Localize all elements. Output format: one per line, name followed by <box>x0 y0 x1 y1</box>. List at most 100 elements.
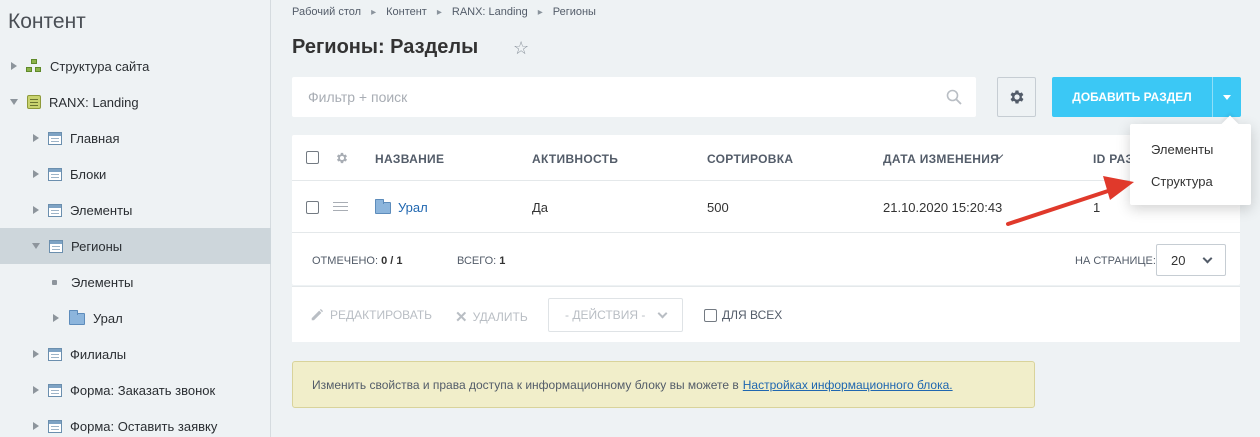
expand-arrow-icon[interactable] <box>33 206 39 214</box>
landing-icon <box>27 95 41 109</box>
list-icon <box>48 383 62 397</box>
grid-footer: ОТМЕЧЕНО: 0 / 1 ВСЕГО: 1 НА СТРАНИЦЕ: 20 <box>292 234 1240 285</box>
sidebar-item-site-structure[interactable]: Структура сайта <box>0 48 271 84</box>
folder-icon <box>375 199 391 214</box>
search-input[interactable] <box>292 77 892 117</box>
edit-button[interactable]: РЕДАКТИРОВАТЬ <box>310 308 432 322</box>
row-checkbox[interactable] <box>306 201 319 214</box>
sidebar-item-elements[interactable]: Элементы <box>0 192 271 228</box>
breadcrumb-link[interactable]: Рабочий стол <box>292 6 361 18</box>
pencil-icon <box>311 308 324 321</box>
gear-icon <box>1010 90 1023 104</box>
actions-select-value: - ДЕЙСТВИЯ - <box>565 308 646 322</box>
menu-item-structure[interactable]: Структура <box>1151 174 1213 189</box>
collapse-arrow-icon[interactable] <box>10 99 18 105</box>
sidebar-item-blocks[interactable]: Блоки <box>0 156 271 192</box>
menu-item-elements[interactable]: Элементы <box>1151 142 1213 157</box>
sidebar-item-label: Главная <box>70 130 120 146</box>
sidebar-item-ural[interactable]: Урал <box>0 300 271 336</box>
add-dropdown-toggle[interactable] <box>1212 77 1241 117</box>
sidebar-item-label: Элементы <box>70 202 133 218</box>
main-content: Рабочий стол ▸ Контент ▸ RANX: Landing ▸… <box>272 0 1260 437</box>
column-header-sort[interactable]: СОРТИРОВКА <box>707 152 793 166</box>
sidebar-item-callback-form[interactable]: Форма: Заказать звонок <box>0 372 271 408</box>
breadcrumb-link[interactable]: Регионы <box>553 6 596 18</box>
sidebar-item-main[interactable]: Главная <box>0 120 271 156</box>
collapse-arrow-icon[interactable] <box>32 243 40 249</box>
sidebar-item-label: Урал <box>93 310 123 326</box>
for-all-label: ДЛЯ ВСЕХ <box>722 308 783 322</box>
select-all-checkbox[interactable] <box>306 151 319 164</box>
edit-label: РЕДАКТИРОВАТЬ <box>330 308 433 322</box>
page-title: Регионы: Разделы <box>292 36 479 58</box>
column-header-date[interactable]: ДАТА ИЗМЕНЕНИЯ <box>883 152 999 166</box>
notice-settings-link[interactable]: Настройках информационного блока. <box>743 378 953 392</box>
group-actions-panel: РЕДАКТИРОВАТЬ ✕ УДАЛИТЬ - ДЕЙСТВИЯ - ДЛЯ… <box>292 286 1240 342</box>
chevron-down-icon <box>657 308 668 319</box>
chevron-right-icon: ▸ <box>436 6 442 18</box>
folder-icon <box>69 310 85 325</box>
sidebar-title: Контент <box>8 10 86 33</box>
for-all-checkbox[interactable] <box>704 308 717 322</box>
sidebar-item-regions[interactable]: Регионы <box>0 228 271 264</box>
sidebar-item-ranx-landing[interactable]: RANX: Landing <box>0 84 271 120</box>
selected-value: 0 / 1 <box>381 255 403 267</box>
expand-arrow-icon[interactable] <box>11 62 17 70</box>
breadcrumb-link[interactable]: RANX: Landing <box>452 6 528 18</box>
sidebar-item-branches[interactable]: Филиалы <box>0 336 271 372</box>
expand-arrow-icon[interactable] <box>33 350 39 358</box>
column-header-activity[interactable]: АКТИВНОСТЬ <box>532 152 618 166</box>
list-icon <box>48 131 62 145</box>
for-all-toggle[interactable]: ДЛЯ ВСЕХ <box>704 308 782 322</box>
sidebar-item-label: RANX: Landing <box>49 94 139 110</box>
data-grid: НАЗВАНИЕ АКТИВНОСТЬ СОРТИРОВКА ДАТА ИЗМЕ… <box>292 135 1240 285</box>
sidebar-item-label: Филиалы <box>70 346 127 362</box>
add-section-button[interactable]: ДОБАВИТЬ РАЗДЕЛ <box>1052 77 1212 117</box>
sidebar-item-request-form[interactable]: Форма: Оставить заявку <box>0 408 271 437</box>
delete-button[interactable]: ✕ УДАЛИТЬ <box>455 308 528 326</box>
chevron-down-icon <box>1202 253 1213 264</box>
expand-arrow-icon[interactable] <box>33 386 39 394</box>
breadcrumb-link[interactable]: Контент <box>386 6 427 18</box>
row-id: 1 <box>1093 200 1101 215</box>
table-row[interactable]: Урал Да 500 21.10.2020 15:20:43 1 <box>292 182 1240 233</box>
actions-select[interactable]: - ДЕЙСТВИЯ - <box>548 298 683 332</box>
per-page-select[interactable]: 20 <box>1156 244 1226 276</box>
expand-arrow-icon[interactable] <box>33 422 39 430</box>
chevron-right-icon: ▸ <box>371 6 377 18</box>
breadcrumb: Рабочий стол ▸ Контент ▸ RANX: Landing ▸… <box>292 6 596 18</box>
search-icon[interactable] <box>946 89 962 105</box>
column-settings-gear-icon[interactable] <box>335 151 349 165</box>
drag-handle-icon[interactable] <box>333 202 348 211</box>
close-icon: ✕ <box>455 309 468 326</box>
expand-arrow-icon[interactable] <box>33 134 39 142</box>
selected-label: ОТМЕЧЕНО: <box>312 255 378 267</box>
bullet-icon <box>52 279 57 285</box>
column-header-name[interactable]: НАЗВАНИЕ <box>375 152 444 166</box>
delete-label: УДАЛИТЬ <box>472 310 528 324</box>
sidebar-item-label: Форма: Оставить заявку <box>70 418 218 434</box>
row-name-link[interactable]: Урал <box>398 200 428 215</box>
expand-arrow-icon[interactable] <box>53 314 59 322</box>
structure-icon <box>26 59 42 73</box>
sidebar-item-label: Структура сайта <box>50 58 150 74</box>
filter-search[interactable] <box>292 77 976 117</box>
row-sort: 500 <box>707 200 729 215</box>
list-icon <box>49 239 63 253</box>
sidebar-tree: Структура сайта RANX: Landing Главная Бл… <box>0 48 271 437</box>
settings-button[interactable] <box>997 77 1036 117</box>
info-notice: Изменить свойства и права доступа к инфо… <box>292 361 1035 408</box>
expand-arrow-icon[interactable] <box>33 170 39 178</box>
total-count: ВСЕГО: 1 <box>457 255 505 267</box>
total-value: 1 <box>499 255 506 267</box>
selected-count: ОТМЕЧЕНО: 0 / 1 <box>312 255 402 267</box>
caret-down-icon <box>1223 94 1231 100</box>
list-icon <box>48 347 62 361</box>
list-icon <box>48 203 62 217</box>
notice-text: Изменить свойства и права доступа к инфо… <box>312 377 739 392</box>
star-icon[interactable]: ☆ <box>513 38 529 59</box>
row-active: Да <box>532 200 549 215</box>
sidebar-item-regions-elements[interactable]: Элементы <box>0 264 271 300</box>
sidebar-item-label: Элементы <box>71 274 134 290</box>
sidebar: Контент Структура сайта RANX: Landing Гл… <box>0 0 271 437</box>
